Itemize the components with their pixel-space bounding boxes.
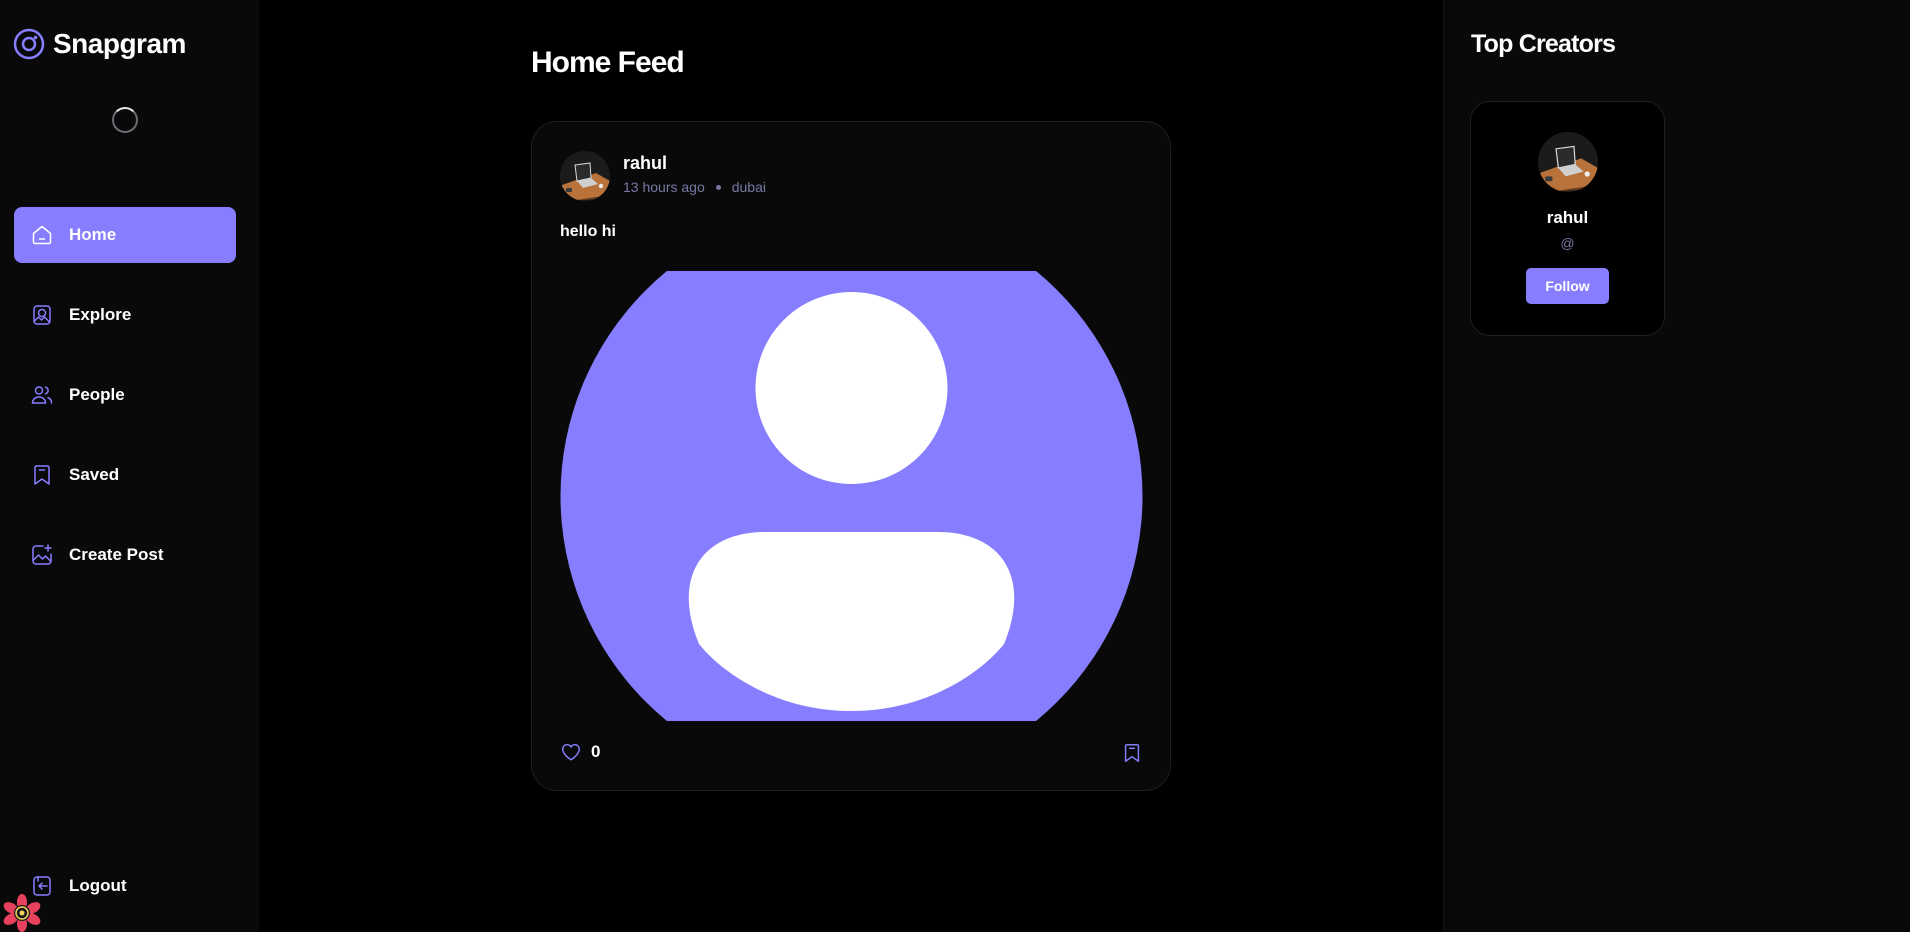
meta-separator: [715, 184, 721, 190]
default-profile-placeholder-image: [560, 271, 1143, 721]
create-post-icon: [32, 544, 52, 565]
follow-button[interactable]: Follow: [1526, 268, 1609, 304]
like-count: 0: [591, 742, 601, 761]
sidebar-item-label: Home: [69, 225, 117, 244]
post-card: rahul 13 hours ago dubai hello hi 0: [531, 121, 1171, 791]
post-location: dubai: [731, 179, 766, 195]
post-time: 13 hours ago: [623, 179, 705, 195]
sidebar-item-home[interactable]: Home: [14, 207, 236, 263]
post-image[interactable]: [560, 271, 1143, 721]
sidebar-item-label: Create Post: [69, 545, 164, 564]
post-caption: hello hi: [560, 223, 616, 240]
sidebar-item-saved[interactable]: Saved: [14, 447, 236, 503]
devtools-flower-icon[interactable]: [2, 894, 42, 932]
creator-name: rahul: [1546, 208, 1589, 227]
save-bookmark-icon[interactable]: [1121, 742, 1143, 764]
sidebar-item-label: People: [69, 385, 125, 404]
home-icon: [32, 225, 52, 245]
logout-label: Logout: [69, 876, 127, 895]
sidebar-item-label: Explore: [69, 305, 132, 324]
left-sidebar: Snapgram Home Explore People Saved Creat…: [0, 0, 259, 932]
post-author-name[interactable]: rahul: [623, 153, 667, 174]
desk-laptop-avatar-image: [560, 151, 610, 201]
creator-card[interactable]: rahul @ Follow: [1470, 101, 1665, 336]
people-icon: [31, 386, 53, 404]
like-button[interactable]: 0: [560, 741, 600, 763]
sidebar-item-create-post[interactable]: Create Post: [14, 527, 236, 583]
loading-spinner: [112, 107, 138, 133]
app-logo[interactable]: Snapgram: [13, 28, 186, 60]
creator-handle: @: [1560, 235, 1575, 251]
right-sidebar: Top Creators rahul @ Follow: [1443, 0, 1910, 932]
post-actions: 0: [560, 741, 1143, 767]
logout-button[interactable]: Logout: [30, 874, 127, 898]
post-meta: 13 hours ago dubai: [623, 179, 766, 195]
desk-laptop-avatar-image: [1538, 132, 1598, 192]
explore-icon: [33, 305, 51, 325]
heart-icon: [562, 743, 580, 761]
top-creators-title: Top Creators: [1471, 30, 1616, 58]
sidebar-item-label: Saved: [69, 465, 120, 484]
post-author-avatar[interactable]: [560, 151, 610, 201]
sidebar-item-explore[interactable]: Explore: [14, 287, 236, 343]
sidebar-item-people[interactable]: People: [14, 367, 236, 423]
main-content: Home Feed rahul 13 hours ago dubai hello…: [259, 0, 1443, 932]
page-title: Home Feed: [531, 46, 685, 79]
sidebar-nav: Home Explore People Saved Create Post: [14, 207, 236, 607]
app-name: Snapgram: [53, 28, 186, 59]
bookmark-icon: [34, 465, 50, 485]
snapgram-logo-icon: [13, 28, 45, 60]
creator-avatar[interactable]: [1538, 132, 1598, 192]
